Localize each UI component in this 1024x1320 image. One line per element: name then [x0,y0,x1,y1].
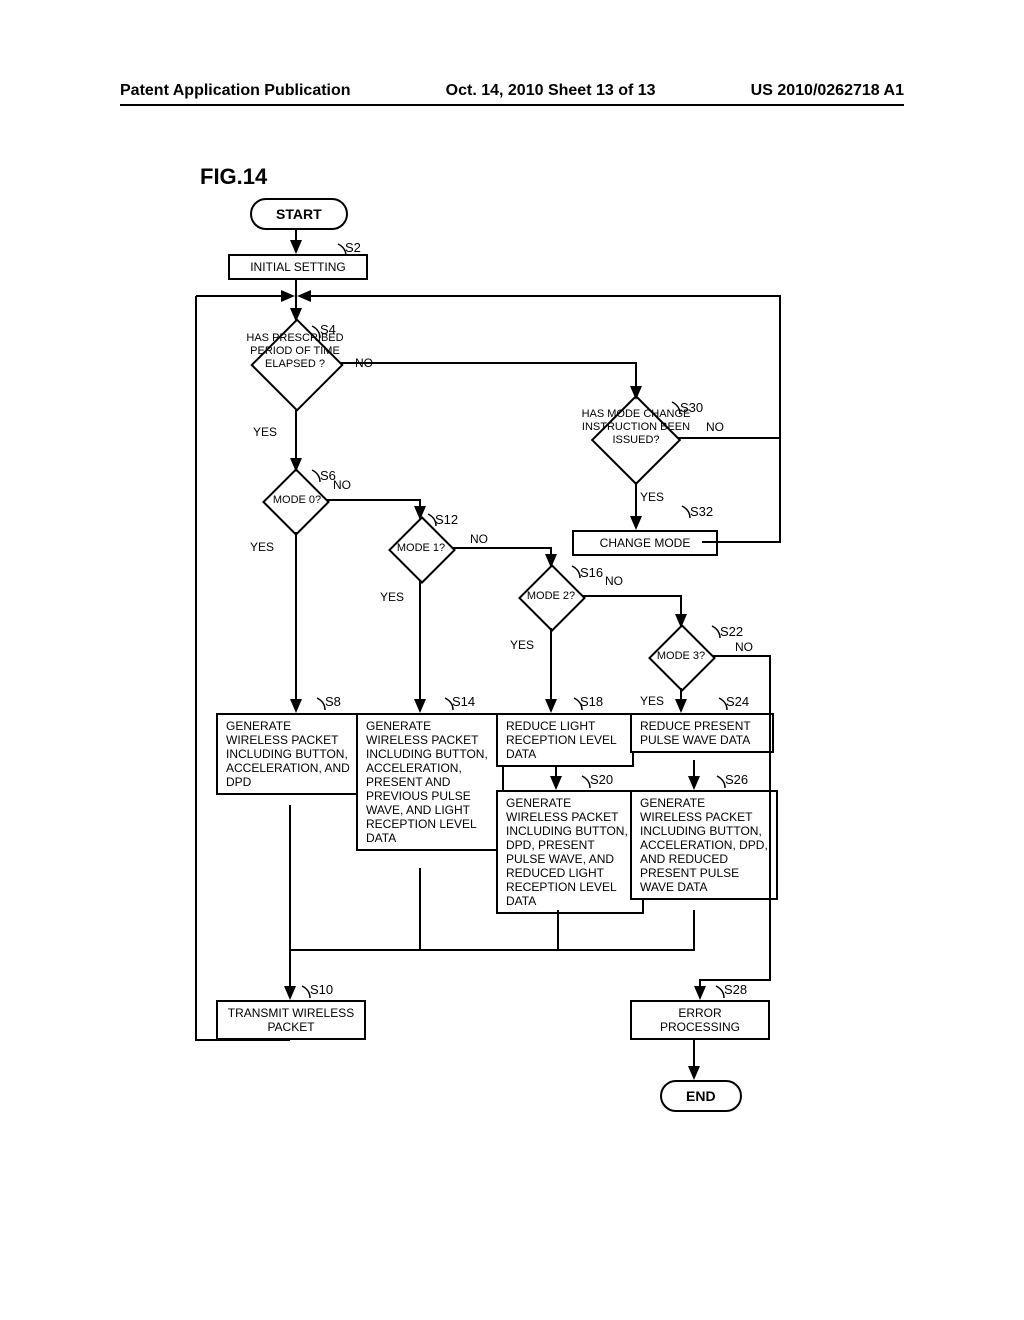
s12-yes: YES [380,590,404,604]
header-right: US 2010/0262718 A1 [751,82,904,100]
s16-label: S16 [580,565,603,580]
s26-process: GENERATE WIRELESS PACKET INCLUDING BUTTO… [630,790,778,900]
s14-process: GENERATE WIRELESS PACKET INCLUDING BUTTO… [356,713,504,851]
s6-no: NO [333,478,351,492]
s2-process: INITIAL SETTING [228,254,368,280]
s22-decision [648,624,716,692]
s32-process: CHANGE MODE [572,530,718,556]
s30-decision [591,395,682,486]
connectors [0,0,1024,1320]
header-rule [120,104,904,106]
s2-label: S2 [345,240,361,255]
s30-label: S30 [680,400,703,415]
page-header: Patent Application Publication Oct. 14, … [0,82,1024,100]
s8-process: GENERATE WIRELESS PACKET INCLUDING BUTTO… [216,713,364,795]
figure-label: FIG.14 [200,164,267,190]
s4-label: S4 [320,322,336,337]
s18-label: S18 [580,694,603,709]
s6-yes: YES [250,540,274,554]
s16-no: NO [605,574,623,588]
s12-label: S12 [435,512,458,527]
s16-yes: YES [510,638,534,652]
s26-label: S26 [725,772,748,787]
start-terminator: START [250,198,348,230]
s4-no: NO [355,356,373,370]
s32-label: S32 [690,504,713,519]
s24-process: REDUCE PRESENT PULSE WAVE DATA [630,713,774,753]
s28-label: S28 [724,982,747,997]
s30-no: NO [706,420,724,434]
s20-label: S20 [590,772,613,787]
s4-yes: YES [253,425,277,439]
s8-label: S8 [325,694,341,709]
header-left: Patent Application Publication [120,82,351,100]
s10-process: TRANSMIT WIRELESS PACKET [216,1000,366,1040]
s22-no: NO [735,640,753,654]
s20-process: GENERATE WIRELESS PACKET INCLUDING BUTTO… [496,790,644,914]
s16-decision [518,564,586,632]
s22-yes: YES [640,694,664,708]
s14-label: S14 [452,694,475,709]
header-center: Oct. 14, 2010 Sheet 13 of 13 [446,82,656,100]
s24-label: S24 [726,694,749,709]
s10-label: S10 [310,982,333,997]
s22-label: S22 [720,624,743,639]
end-terminator: END [660,1080,742,1112]
s30-yes: YES [640,490,664,504]
s12-no: NO [470,532,488,546]
s18-process: REDUCE LIGHT RECEPTION LEVEL DATA [496,713,634,767]
s28-process: ERROR PROCESSING [630,1000,770,1040]
